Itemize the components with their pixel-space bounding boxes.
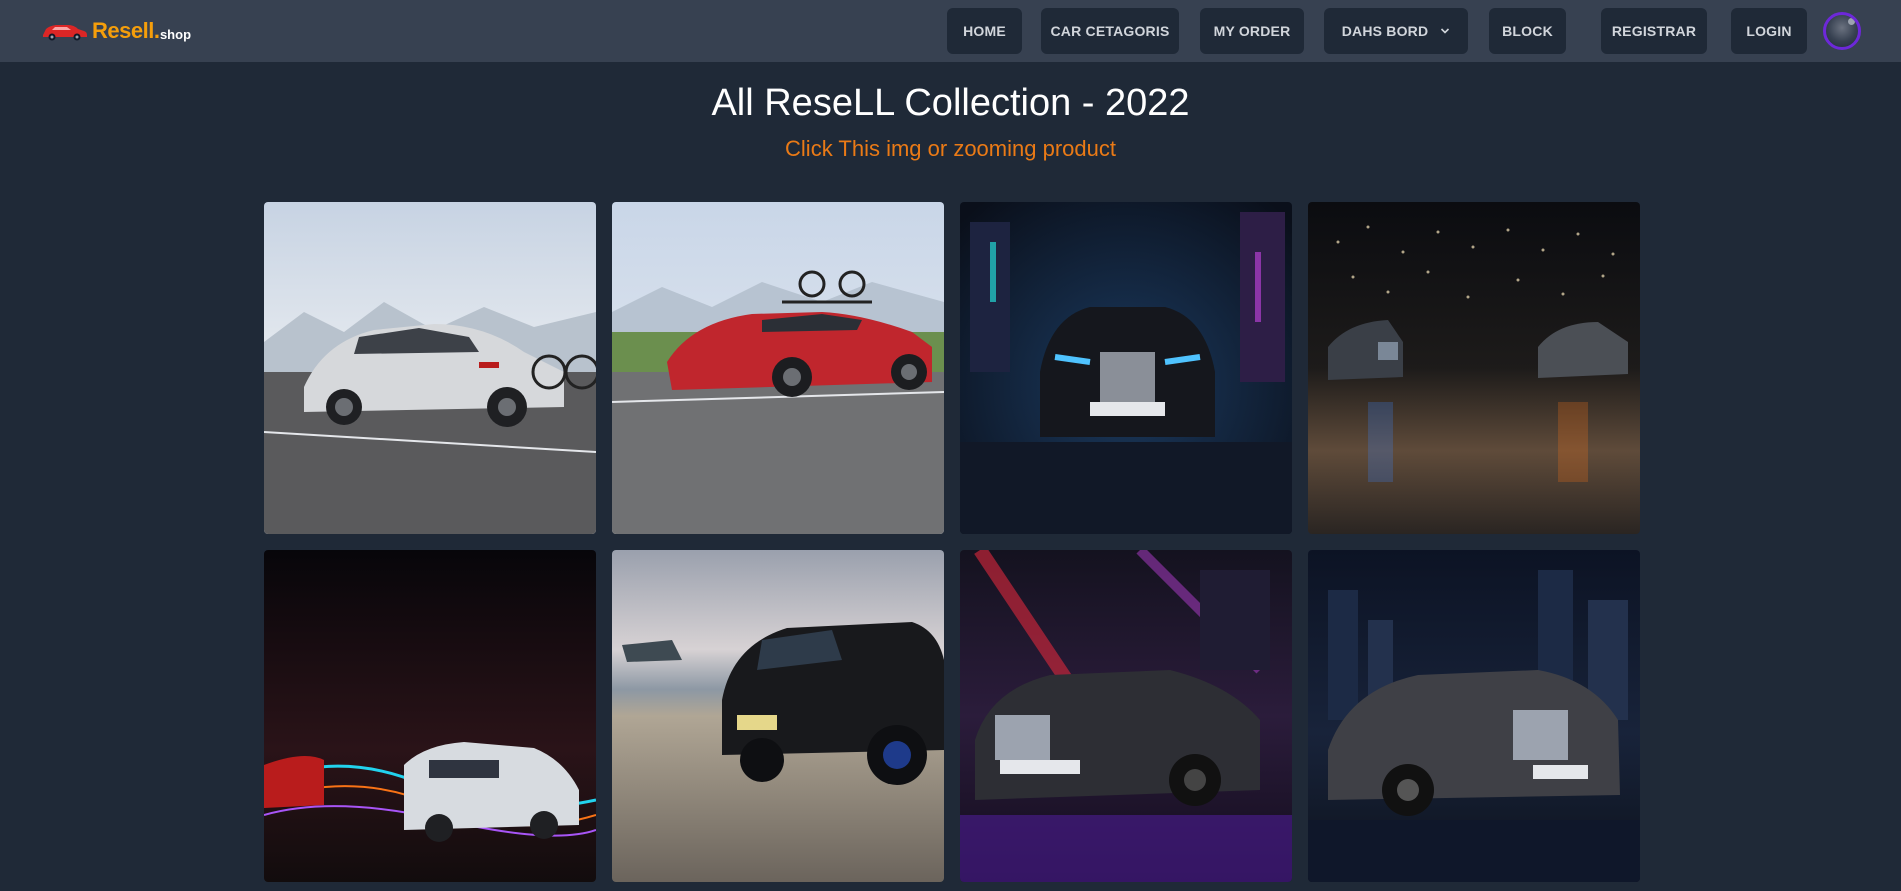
- avatar-status-dot: [1848, 18, 1855, 25]
- nav-block-button[interactable]: BLOCK: [1489, 8, 1566, 54]
- car-photo: [264, 202, 596, 534]
- page-subtitle: Click This img or zooming product: [785, 136, 1116, 161]
- gallery-image-1[interactable]: [264, 202, 596, 534]
- nav-car-categories-button[interactable]: CAR CETAGORIS: [1041, 8, 1179, 54]
- gallery-image-6[interactable]: [612, 550, 944, 882]
- nav-register-button[interactable]: REGISTRAR: [1601, 8, 1707, 54]
- nav-dashboard-label: DAHS BORD: [1341, 23, 1429, 39]
- car-photo: [1308, 550, 1640, 882]
- gallery-image-7[interactable]: [960, 550, 1292, 882]
- page-title: All ReseLL Collection - 2022: [711, 82, 1190, 124]
- brand-logo[interactable]: Resell. shop: [40, 16, 191, 46]
- car-photo: [1308, 202, 1640, 534]
- gallery-image-4[interactable]: [1308, 202, 1640, 534]
- car-photo: [960, 202, 1292, 534]
- nav-my-order-button[interactable]: MY ORDER: [1200, 8, 1304, 54]
- brand-suffix: shop: [159, 26, 192, 42]
- car-photo: [612, 202, 944, 534]
- nav-login-button[interactable]: LOGIN: [1731, 8, 1807, 54]
- nav-home-button[interactable]: HOME: [947, 8, 1022, 54]
- nav-dashboard-button[interactable]: DAHS BORD: [1324, 8, 1468, 54]
- gallery-image-2[interactable]: [612, 202, 944, 534]
- car-photo: [612, 550, 944, 882]
- car-photo: [960, 550, 1292, 882]
- chevron-down-icon: [1441, 28, 1450, 34]
- gallery-image-5[interactable]: [264, 550, 596, 882]
- gallery-image-3[interactable]: [960, 202, 1292, 534]
- gallery-image-8[interactable]: [1308, 550, 1640, 882]
- user-avatar[interactable]: [1823, 12, 1861, 50]
- brand-name: Resell: [92, 18, 154, 43]
- car-icon: [43, 25, 87, 41]
- navbar: Resell. shop HOME CAR CETAGORIS MY ORDER …: [0, 0, 1901, 62]
- car-photo: [264, 550, 596, 882]
